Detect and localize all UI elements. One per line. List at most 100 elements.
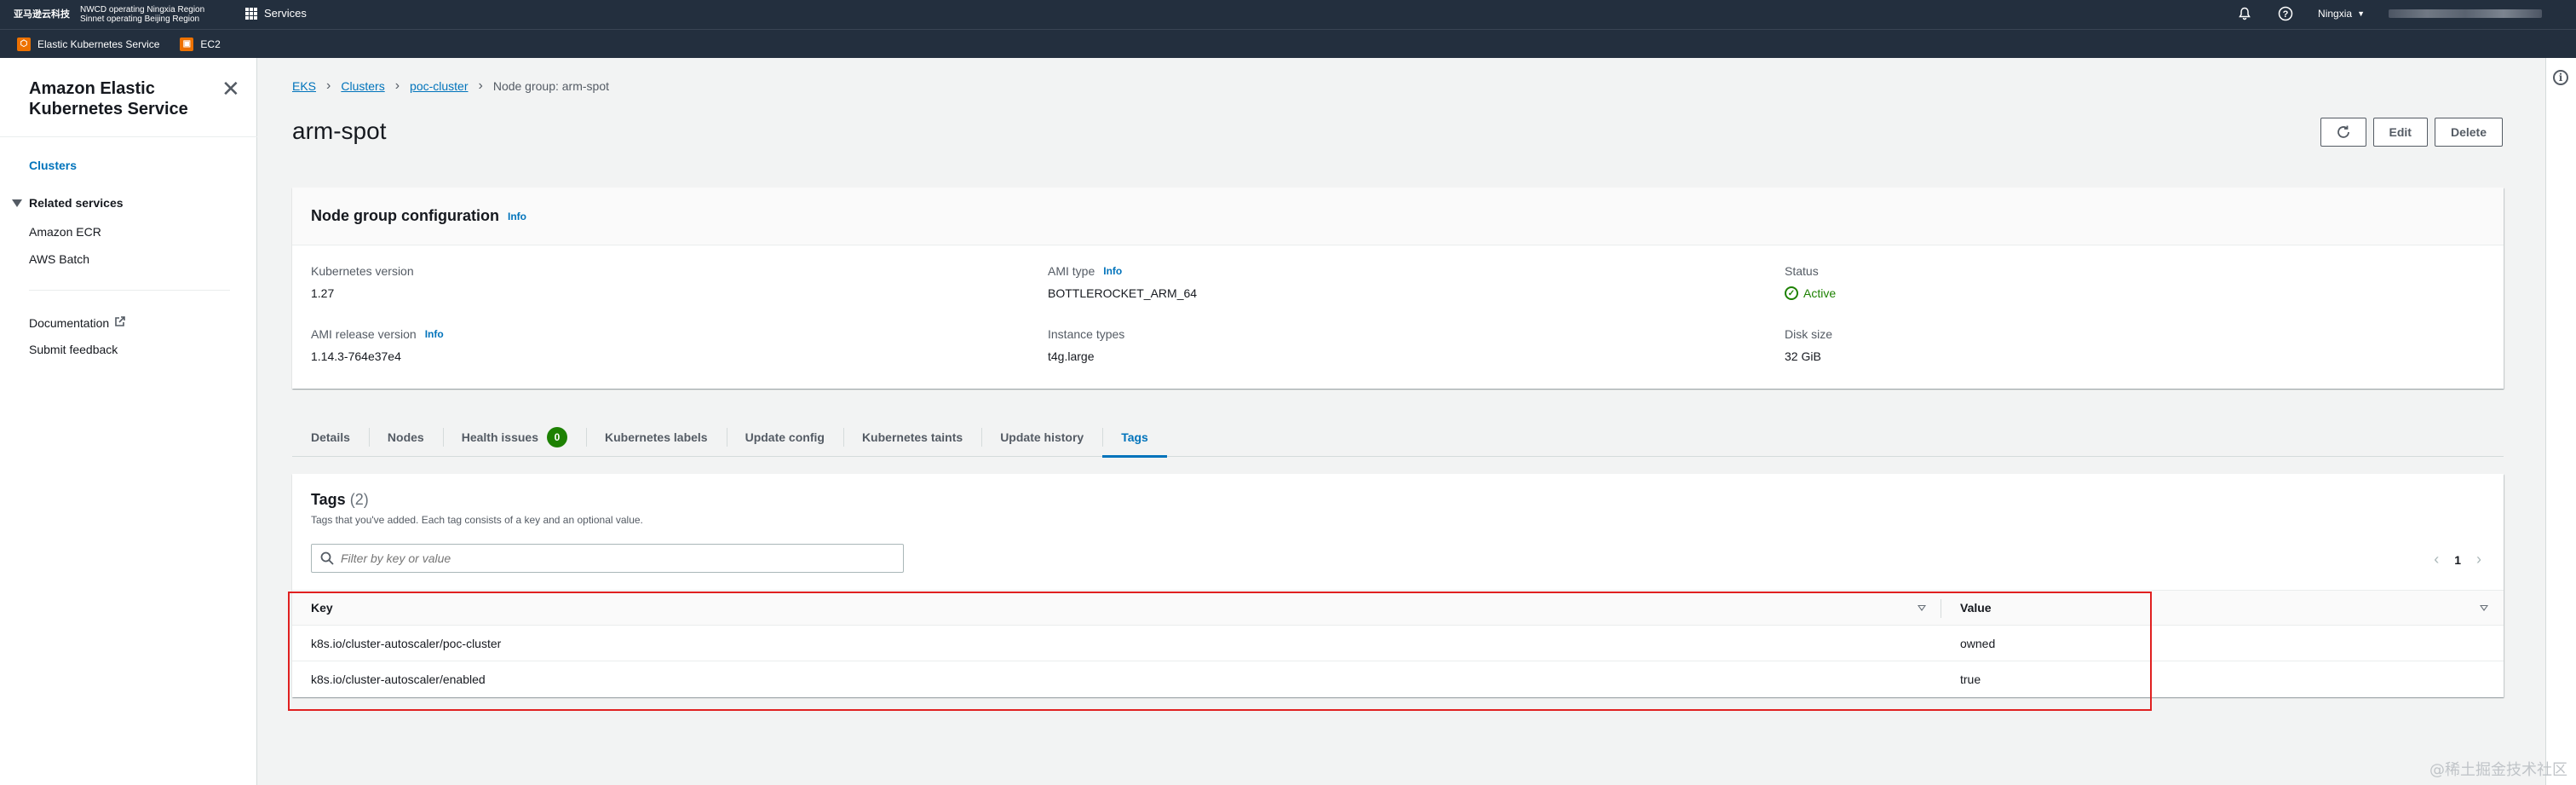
sidebar-item-documentation[interactable]: Documentation <box>29 315 126 330</box>
edit-button[interactable]: Edit <box>2372 118 2428 147</box>
tab-nodes[interactable]: Nodes <box>368 418 443 457</box>
delete-button[interactable]: Delete <box>2434 118 2503 147</box>
tab-details[interactable]: Details <box>292 418 369 457</box>
chevron-right-icon: › <box>478 78 483 93</box>
info-icon[interactable]: i <box>2553 70 2568 85</box>
bell-icon[interactable] <box>2236 5 2253 22</box>
watermark: @稀土掘金技术社区 <box>2429 761 2567 779</box>
chevron-right-icon: › <box>326 78 331 93</box>
tab-tags[interactable]: Tags <box>1102 418 1167 458</box>
tab-health-issues[interactable]: Health issues 0 <box>442 418 586 457</box>
config-info-link[interactable]: Info <box>508 211 526 222</box>
sidenav-title: Amazon Elastic Kubernetes Service <box>29 79 188 118</box>
divider <box>0 136 257 137</box>
tags-filter-input[interactable] <box>341 551 886 565</box>
ami-release-label: AMI release version <box>311 327 417 341</box>
refresh-button[interactable] <box>2320 118 2366 147</box>
config-title: Node group configuration <box>311 207 499 224</box>
sidebar-section-label: Related services <box>29 196 124 210</box>
eks-icon: ⬡ <box>17 37 31 51</box>
tags-description: Tags that you've added. Each tag consist… <box>311 514 643 526</box>
highlight-box <box>288 592 2152 711</box>
tab-label: Health issues <box>461 430 538 444</box>
config-header: Node group configuration Info <box>292 188 2504 245</box>
favorite-eks[interactable]: ⬡ Elastic Kubernetes Service <box>17 37 160 51</box>
ami-release-field: AMI release version Info 1.14.3-764e37e4 <box>311 327 444 363</box>
favorites-bar: ⬡ Elastic Kubernetes Service ▣ EC2 <box>0 29 2576 58</box>
instance-types-value: t4g.large <box>1048 349 1095 363</box>
health-issues-badge: 0 <box>546 426 567 447</box>
status-value-row: ✓ Active <box>1785 286 1836 300</box>
ami-type-label: AMI type <box>1048 264 1095 278</box>
favorite-eks-label: Elastic Kubernetes Service <box>37 38 160 50</box>
external-link-icon <box>114 315 126 330</box>
region-selector[interactable]: Ningxia ▼ <box>2318 8 2365 20</box>
ami-type-info-link[interactable]: Info <box>1103 265 1122 277</box>
disk-size-value: 32 GiB <box>1785 349 1821 363</box>
help-icon[interactable]: ? <box>2277 5 2294 22</box>
tools-panel: i <box>2545 58 2576 785</box>
ami-type-field: AMI type Info BOTTLEROCKET_ARM_64 <box>1048 264 1197 300</box>
close-icon[interactable]: ✕ <box>221 78 240 100</box>
account-menu[interactable] <box>2389 9 2542 18</box>
tab-update-config[interactable]: Update config <box>726 418 843 457</box>
favorite-ec2-label: EC2 <box>200 38 221 50</box>
services-label: Services <box>264 7 307 20</box>
region-line-1: NWCD operating Ningxia Region <box>80 5 205 14</box>
services-grid-icon <box>245 7 257 20</box>
breadcrumb-cluster[interactable]: poc-cluster <box>410 79 468 93</box>
tab-kubernetes-taints[interactable]: Kubernetes taints <box>842 418 981 457</box>
tab-bar: Details Nodes Health issues 0 Kubernetes… <box>292 418 2504 458</box>
sort-icon[interactable] <box>2480 605 2488 611</box>
ami-release-value: 1.14.3-764e37e4 <box>311 349 401 363</box>
sidebar-item-feedback[interactable]: Submit feedback <box>29 343 118 356</box>
caret-down-icon <box>12 199 22 207</box>
instance-types-field: Instance types t4g.large <box>1048 327 1124 363</box>
chevron-right-icon: › <box>394 78 400 93</box>
search-icon <box>320 551 334 565</box>
breadcrumb-eks[interactable]: EKS <box>292 79 316 93</box>
sidebar-section-related[interactable]: Related services <box>12 196 124 210</box>
region-line-2: Sinnet operating Beijing Region <box>80 14 200 24</box>
tab-kubernetes-labels[interactable]: Kubernetes labels <box>585 418 727 457</box>
status-label: Status <box>1785 264 1819 278</box>
tab-label: Kubernetes labels <box>604 430 708 444</box>
tab-label: Tags <box>1121 430 1148 444</box>
ec2-icon: ▣ <box>180 37 194 51</box>
tags-header: Tags (2) Tags that you've added. Each ta… <box>311 491 643 526</box>
tab-label: Update history <box>1000 430 1084 444</box>
pagination: ‹ 1 › <box>2434 551 2481 569</box>
breadcrumb-current: Node group: arm-spot <box>492 79 610 93</box>
check-circle-icon: ✓ <box>1785 286 1798 300</box>
side-navigation: Amazon Elastic Kubernetes Service ✕ Clus… <box>0 58 257 785</box>
brand[interactable]: 亚马逊云科技 NWCD operating Ningxia Region Sin… <box>14 5 204 24</box>
chevron-right-icon[interactable]: › <box>2476 551 2481 569</box>
ami-release-info-link[interactable]: Info <box>425 328 444 340</box>
tags-title-row: Tags (2) <box>311 491 643 509</box>
node-group-config-card: Node group configuration Info Kubernetes… <box>292 188 2504 389</box>
disk-size-field: Disk size 32 GiB <box>1785 327 1832 363</box>
breadcrumb-clusters[interactable]: Clusters <box>341 79 384 93</box>
tags-filter[interactable] <box>311 544 904 573</box>
header-actions: Edit Delete <box>2320 118 2503 147</box>
status-value: Active <box>1803 286 1837 300</box>
caret-down-icon: ▼ <box>2357 9 2365 18</box>
documentation-label: Documentation <box>29 315 110 330</box>
favorite-ec2[interactable]: ▣ EC2 <box>180 37 221 51</box>
tags-title: Tags <box>311 491 346 508</box>
ami-type-value: BOTTLEROCKET_ARM_64 <box>1048 286 1198 300</box>
sidebar-item-clusters[interactable]: Clusters <box>29 159 77 172</box>
region-label: Ningxia <box>2318 8 2353 20</box>
page-title: arm-spot <box>292 118 387 144</box>
chevron-left-icon[interactable]: ‹ <box>2434 551 2439 569</box>
tab-update-history[interactable]: Update history <box>981 418 1102 457</box>
sidebar-item-ecr[interactable]: Amazon ECR <box>29 225 101 239</box>
sidebar-item-batch[interactable]: AWS Batch <box>29 252 89 266</box>
k8s-version-value: 1.27 <box>311 286 335 300</box>
page-number[interactable]: 1 <box>2454 553 2461 567</box>
tab-label: Details <box>311 430 350 444</box>
status-field: Status ✓ Active <box>1785 264 1836 300</box>
nav-right: ? Ningxia ▼ <box>2236 5 2542 22</box>
services-menu[interactable]: Services <box>245 7 307 20</box>
ami-release-label-row: AMI release version Info <box>311 327 444 341</box>
